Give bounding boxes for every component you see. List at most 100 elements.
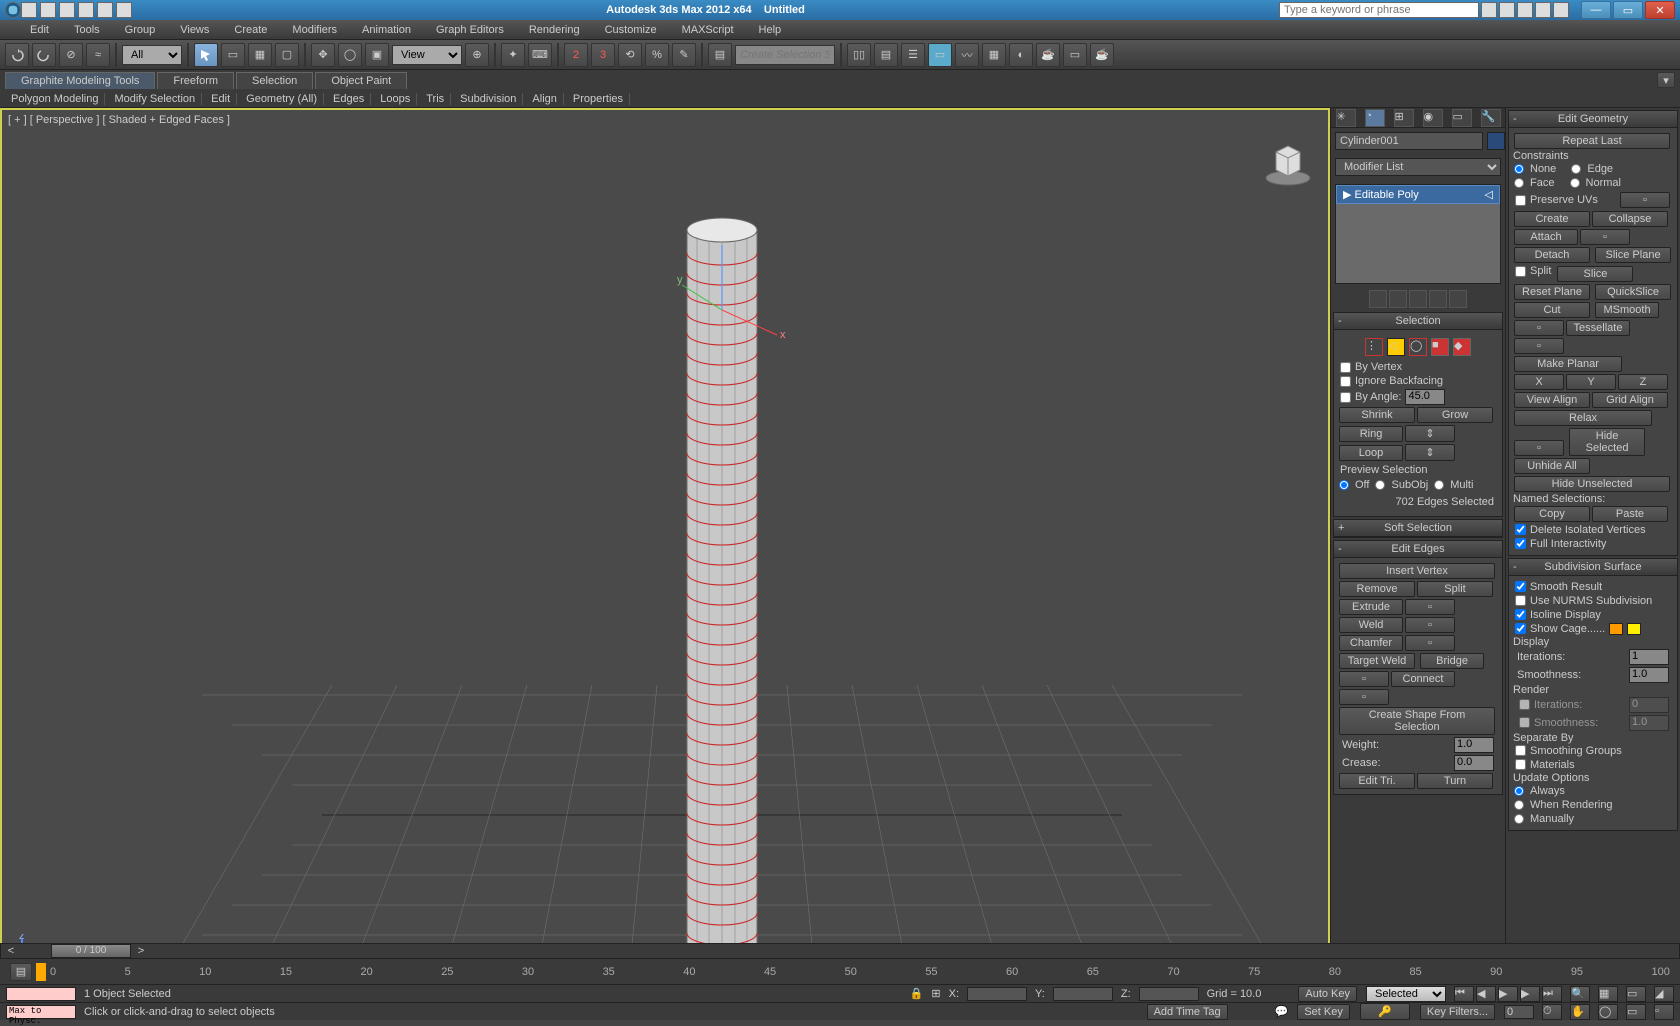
loop-button[interactable]: Loop [1339,445,1403,461]
slice-plane-button[interactable]: Slice Plane [1595,247,1671,263]
named-sel-button[interactable]: ▤ [708,43,732,67]
hide-unselected-button[interactable]: Hide Unselected [1514,476,1670,492]
update-render-radio[interactable] [1514,800,1524,810]
modifier-list-select[interactable]: Modifier List [1335,158,1501,176]
scale-button[interactable]: ▣ [365,43,389,67]
abs-rel-icon[interactable]: ⊞ [931,987,940,1000]
modify-tab[interactable]: ◔ [1365,109,1385,127]
preview-multi-radio[interactable] [1434,480,1444,490]
shrink-button[interactable]: Shrink [1339,407,1415,423]
star-icon[interactable] [1535,2,1551,18]
pin-stack-icon[interactable] [1369,290,1387,308]
nav-zoomall-icon[interactable]: ▦ [1598,986,1618,1002]
menu-grapheditors[interactable]: Graph Editors [436,24,504,36]
turn-button[interactable]: Turn [1417,773,1493,789]
make-unique-icon[interactable] [1409,290,1427,308]
ring-button[interactable]: Ring [1339,426,1403,442]
cut-button[interactable]: Cut [1514,302,1590,318]
open-icon[interactable] [40,2,56,18]
ignore-backfacing-check[interactable] [1340,376,1351,387]
motion-tab[interactable]: ◉ [1423,109,1443,127]
keyfilter-select[interactable]: Selected [1366,986,1446,1002]
nav-zoom-icon[interactable]: 🔍 [1570,986,1590,1002]
ribbon-edges[interactable]: Edges [327,93,371,105]
time-slider[interactable]: < 0 / 100 > [0,943,1680,959]
ribbon-tris[interactable]: Tris [420,93,451,105]
timeline-config-icon[interactable]: ▤ [10,963,32,981]
ribbon-polymodeling[interactable]: Polygon Modeling [5,93,105,105]
detach-button[interactable]: Detach [1514,247,1590,263]
ribbon-objectpaint[interactable]: Object Paint [315,72,407,89]
render-button[interactable]: ☕ [1090,43,1114,67]
close-button[interactable]: ✕ [1645,1,1675,19]
grow-button[interactable]: Grow [1417,407,1493,423]
menu-maxscript[interactable]: MAXScript [682,24,734,36]
select-name-button[interactable]: ▭ [221,43,245,67]
rotate-button[interactable]: ◯ [338,43,362,67]
unlink-button[interactable]: ≈ [86,43,110,67]
nav-maxview-icon[interactable]: ▭ [1626,1004,1646,1020]
nurms-check[interactable] [1515,595,1526,606]
preview-off-radio[interactable] [1339,480,1349,490]
sep-smoothing-check[interactable] [1515,745,1526,756]
smooth-result-check[interactable] [1515,581,1526,592]
element-subobj[interactable]: ◆ [1453,338,1471,356]
sep-materials-check[interactable] [1515,759,1526,770]
edge-subobj[interactable]: ◁ [1387,338,1405,356]
weight-spinner[interactable]: 1.0 [1454,737,1494,753]
slice-button[interactable]: Slice [1557,266,1633,282]
menu-create[interactable]: Create [234,24,267,36]
coord-system[interactable]: View [392,45,462,65]
menu-edit[interactable]: Edit [30,24,49,36]
polygon-subobj[interactable]: ■ [1431,338,1449,356]
ribbon-graphite[interactable]: Graphite Modeling Tools [5,72,155,89]
time-slider-handle[interactable]: 0 / 100 [51,944,131,958]
target-weld-button[interactable]: Target Weld [1339,653,1415,669]
z-coord-input[interactable] [1139,987,1199,1001]
redo-icon[interactable] [97,2,113,18]
render-smooth-check[interactable] [1519,717,1530,728]
select-region-button[interactable]: ▦ [248,43,272,67]
reset-plane-button[interactable]: Reset Plane [1514,284,1590,300]
menu-tools[interactable]: Tools [74,24,100,36]
select-button[interactable] [194,43,218,67]
collapse-button[interactable]: Collapse [1592,211,1668,227]
by-angle-check[interactable] [1340,392,1351,403]
align-button[interactable]: ▤ [874,43,898,67]
tessellate-button[interactable]: Tessellate [1566,320,1630,336]
msmooth-button[interactable]: MSmooth [1595,302,1659,318]
add-time-tag-button[interactable]: Add Time Tag [1147,1004,1228,1020]
nav-pan-icon[interactable]: ✋ [1570,1004,1590,1020]
maxscript-output[interactable]: Max to Physc. [6,1005,76,1019]
help-icon[interactable] [1553,2,1569,18]
key-icon[interactable]: 🔑 [1360,1003,1410,1020]
exchange-icon[interactable] [1517,2,1533,18]
pivot-button[interactable]: ⊕ [465,43,489,67]
goto-start-icon[interactable]: ⏮ [1454,986,1474,1002]
remove-mod-icon[interactable] [1429,290,1447,308]
display-iter-spinner[interactable]: 1 [1629,649,1669,665]
prev-frame-icon[interactable]: ◀ [1476,986,1496,1002]
object-color-swatch[interactable] [1487,132,1505,150]
ribbon-freeform[interactable]: Freeform [157,72,234,89]
weld-button[interactable]: Weld [1339,617,1403,633]
nav-minview-icon[interactable]: ▫ [1654,1004,1674,1020]
maximize-button[interactable]: ▭ [1613,1,1643,19]
move-button[interactable]: ✥ [311,43,335,67]
keyfilters-button[interactable]: Key Filters... [1420,1004,1495,1020]
make-planar-button[interactable]: Make Planar [1514,356,1622,372]
repeat-last-button[interactable]: Repeat Last [1514,133,1670,149]
new-icon[interactable] [21,2,37,18]
update-manual-radio[interactable] [1514,814,1524,824]
edit-edges-header[interactable]: -Edit Edges [1334,541,1502,558]
constraint-none[interactable] [1514,164,1524,174]
soft-selection-header[interactable]: +Soft Selection [1334,520,1502,537]
named-paste-button[interactable]: Paste [1592,506,1668,522]
full-interactivity-check[interactable] [1515,538,1526,549]
preview-subobj-radio[interactable] [1375,480,1385,490]
current-frame-input[interactable] [1504,1005,1534,1019]
render-setup-button[interactable]: ☕ [1036,43,1060,67]
insert-vertex-button[interactable]: Insert Vertex [1339,563,1495,579]
connect-button[interactable]: Connect [1391,671,1455,687]
render-smooth-spinner[interactable]: 1.0 [1629,715,1669,731]
